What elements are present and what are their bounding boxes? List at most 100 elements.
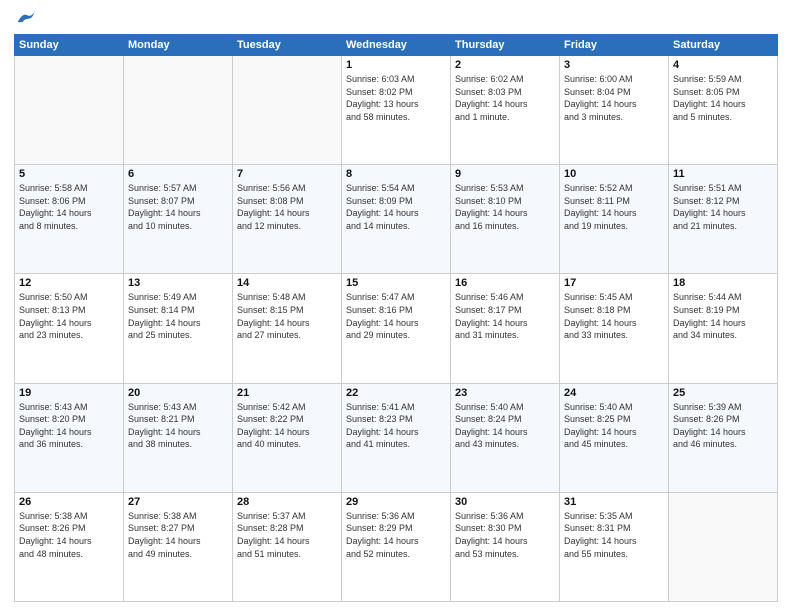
day-number: 17 bbox=[564, 277, 664, 289]
day-number: 22 bbox=[346, 387, 446, 399]
calendar-cell: 14Sunrise: 5:48 AMSunset: 8:15 PMDayligh… bbox=[233, 274, 342, 383]
calendar-cell: 11 Sunrise: 5:51 AMSunset: 8:12 PMDayligh… bbox=[669, 165, 778, 274]
day-info: Sunrise: 5:46 AMSunset: 8:17 PMDaylight:… bbox=[455, 291, 555, 341]
day-info: Sunrise: 5:39 AMSunset: 8:26 PMDaylight:… bbox=[673, 401, 773, 451]
page: SundayMondayTuesdayWednesdayThursdayFrid… bbox=[0, 0, 792, 612]
calendar-cell: 29 Sunrise: 5:36 AMSunset: 8:29 PMDayligh… bbox=[342, 492, 451, 601]
day-info: Sunrise: 5:49 AMSunset: 8:14 PMDaylight:… bbox=[128, 291, 228, 341]
day-number: 1 bbox=[346, 59, 446, 71]
day-info: Sunrise: 5:48 AMSunset: 8:15 PMDaylight:… bbox=[237, 291, 337, 341]
day-info: Sunrise: 5:43 AMSunset: 8:21 PMDaylight:… bbox=[128, 401, 228, 451]
calendar-week-2: 12Sunrise: 5:50 AMSunset: 8:13 PMDayligh… bbox=[15, 274, 778, 383]
day-number: 27 bbox=[128, 496, 228, 508]
day-number: 30 bbox=[455, 496, 555, 508]
calendar-cell: 13 Sunrise: 5:49 AMSunset: 8:14 PMDayligh… bbox=[124, 274, 233, 383]
calendar-cell: 8 Sunrise: 5:54 AMSunset: 8:09 PMDaylight… bbox=[342, 165, 451, 274]
day-number: 15 bbox=[346, 277, 446, 289]
day-info: Sunrise: 5:58 AMSunset: 8:06 PMDaylight:… bbox=[19, 182, 119, 232]
calendar-cell: 19 Sunrise: 5:43 AMSunset: 8:20 PMDayligh… bbox=[15, 383, 124, 492]
calendar-cell: 28Sunrise: 5:37 AMSunset: 8:28 PMDayligh… bbox=[233, 492, 342, 601]
day-info: Sunrise: 5:37 AMSunset: 8:28 PMDaylight:… bbox=[237, 510, 337, 560]
day-number: 8 bbox=[346, 168, 446, 180]
day-number: 29 bbox=[346, 496, 446, 508]
calendar-cell: 24 Sunrise: 5:40 AMSunset: 8:25 PMDayligh… bbox=[560, 383, 669, 492]
calendar-cell: 26 Sunrise: 5:38 AMSunset: 8:26 PMDayligh… bbox=[15, 492, 124, 601]
calendar-cell: 22 Sunrise: 5:41 AMSunset: 8:23 PMDayligh… bbox=[342, 383, 451, 492]
day-info: Sunrise: 5:45 AMSunset: 8:18 PMDaylight:… bbox=[564, 291, 664, 341]
day-number: 23 bbox=[455, 387, 555, 399]
calendar-cell bbox=[15, 56, 124, 165]
day-info: Sunrise: 5:44 AMSunset: 8:19 PMDaylight:… bbox=[673, 291, 773, 341]
day-info: Sunrise: 5:42 AMSunset: 8:22 PMDaylight:… bbox=[237, 401, 337, 451]
day-number: 26 bbox=[19, 496, 119, 508]
day-number: 13 bbox=[128, 277, 228, 289]
calendar: SundayMondayTuesdayWednesdayThursdayFrid… bbox=[14, 34, 778, 602]
day-info: Sunrise: 5:41 AMSunset: 8:23 PMDaylight:… bbox=[346, 401, 446, 451]
logo bbox=[14, 10, 36, 26]
calendar-cell: 6Sunrise: 5:57 AMSunset: 8:07 PMDaylight… bbox=[124, 165, 233, 274]
calendar-cell: 17 Sunrise: 5:45 AMSunset: 8:18 PMDayligh… bbox=[560, 274, 669, 383]
day-info: Sunrise: 5:35 AMSunset: 8:31 PMDaylight:… bbox=[564, 510, 664, 560]
day-info: Sunrise: 5:40 AMSunset: 8:25 PMDaylight:… bbox=[564, 401, 664, 451]
calendar-cell: 27 Sunrise: 5:38 AMSunset: 8:27 PMDayligh… bbox=[124, 492, 233, 601]
day-info: Sunrise: 5:36 AMSunset: 8:29 PMDaylight:… bbox=[346, 510, 446, 560]
day-number: 25 bbox=[673, 387, 773, 399]
calendar-cell bbox=[233, 56, 342, 165]
day-info: Sunrise: 5:40 AMSunset: 8:24 PMDaylight:… bbox=[455, 401, 555, 451]
day-number: 31 bbox=[564, 496, 664, 508]
column-header-sunday: Sunday bbox=[15, 35, 124, 56]
header bbox=[14, 10, 778, 26]
day-info: Sunrise: 5:38 AMSunset: 8:27 PMDaylight:… bbox=[128, 510, 228, 560]
day-info: Sunrise: 5:59 AMSunset: 8:05 PMDaylight:… bbox=[673, 73, 773, 123]
calendar-cell: 20 Sunrise: 5:43 AMSunset: 8:21 PMDayligh… bbox=[124, 383, 233, 492]
calendar-cell: 12Sunrise: 5:50 AMSunset: 8:13 PMDayligh… bbox=[15, 274, 124, 383]
calendar-cell: 18 Sunrise: 5:44 AMSunset: 8:19 PMDayligh… bbox=[669, 274, 778, 383]
day-number: 24 bbox=[564, 387, 664, 399]
calendar-cell: 21 Sunrise: 5:42 AMSunset: 8:22 PMDayligh… bbox=[233, 383, 342, 492]
column-header-saturday: Saturday bbox=[669, 35, 778, 56]
day-number: 16 bbox=[455, 277, 555, 289]
calendar-cell: 15 Sunrise: 5:47 AMSunset: 8:16 PMDayligh… bbox=[342, 274, 451, 383]
day-number: 12 bbox=[19, 277, 119, 289]
day-info: Sunrise: 5:51 AMSunset: 8:12 PMDaylight:… bbox=[673, 182, 773, 232]
calendar-cell: 16 Sunrise: 5:46 AMSunset: 8:17 PMDayligh… bbox=[451, 274, 560, 383]
day-number: 9 bbox=[455, 168, 555, 180]
day-number: 11 bbox=[673, 168, 773, 180]
day-info: Sunrise: 5:52 AMSunset: 8:11 PMDaylight:… bbox=[564, 182, 664, 232]
column-header-monday: Monday bbox=[124, 35, 233, 56]
calendar-week-3: 19 Sunrise: 5:43 AMSunset: 8:20 PMDayligh… bbox=[15, 383, 778, 492]
day-info: Sunrise: 6:03 AMSunset: 8:02 PMDaylight:… bbox=[346, 73, 446, 123]
day-info: Sunrise: 5:54 AMSunset: 8:09 PMDaylight:… bbox=[346, 182, 446, 232]
day-number: 5 bbox=[19, 168, 119, 180]
column-header-friday: Friday bbox=[560, 35, 669, 56]
day-info: Sunrise: 6:00 AMSunset: 8:04 PMDaylight:… bbox=[564, 73, 664, 123]
calendar-cell: 9 Sunrise: 5:53 AMSunset: 8:10 PMDaylight… bbox=[451, 165, 560, 274]
day-number: 6 bbox=[128, 168, 228, 180]
calendar-cell: 30Sunrise: 5:36 AMSunset: 8:30 PMDayligh… bbox=[451, 492, 560, 601]
day-info: Sunrise: 5:38 AMSunset: 8:26 PMDaylight:… bbox=[19, 510, 119, 560]
calendar-cell bbox=[124, 56, 233, 165]
column-header-wednesday: Wednesday bbox=[342, 35, 451, 56]
calendar-cell: 5 Sunrise: 5:58 AMSunset: 8:06 PMDaylight… bbox=[15, 165, 124, 274]
column-header-thursday: Thursday bbox=[451, 35, 560, 56]
calendar-cell: 31 Sunrise: 5:35 AMSunset: 8:31 PMDayligh… bbox=[560, 492, 669, 601]
calendar-week-1: 5 Sunrise: 5:58 AMSunset: 8:06 PMDaylight… bbox=[15, 165, 778, 274]
day-number: 4 bbox=[673, 59, 773, 71]
day-number: 7 bbox=[237, 168, 337, 180]
calendar-week-4: 26 Sunrise: 5:38 AMSunset: 8:26 PMDayligh… bbox=[15, 492, 778, 601]
day-number: 18 bbox=[673, 277, 773, 289]
day-number: 20 bbox=[128, 387, 228, 399]
calendar-cell: 7Sunrise: 5:56 AMSunset: 8:08 PMDaylight… bbox=[233, 165, 342, 274]
day-info: Sunrise: 6:02 AMSunset: 8:03 PMDaylight:… bbox=[455, 73, 555, 123]
calendar-cell: 23 Sunrise: 5:40 AMSunset: 8:24 PMDayligh… bbox=[451, 383, 560, 492]
calendar-cell bbox=[669, 492, 778, 601]
day-number: 21 bbox=[237, 387, 337, 399]
calendar-cell: 10 Sunrise: 5:52 AMSunset: 8:11 PMDayligh… bbox=[560, 165, 669, 274]
day-number: 10 bbox=[564, 168, 664, 180]
calendar-cell: 2Sunrise: 6:02 AMSunset: 8:03 PMDaylight… bbox=[451, 56, 560, 165]
day-number: 19 bbox=[19, 387, 119, 399]
day-info: Sunrise: 5:53 AMSunset: 8:10 PMDaylight:… bbox=[455, 182, 555, 232]
day-info: Sunrise: 5:47 AMSunset: 8:16 PMDaylight:… bbox=[346, 291, 446, 341]
day-info: Sunrise: 5:43 AMSunset: 8:20 PMDaylight:… bbox=[19, 401, 119, 451]
day-number: 3 bbox=[564, 59, 664, 71]
